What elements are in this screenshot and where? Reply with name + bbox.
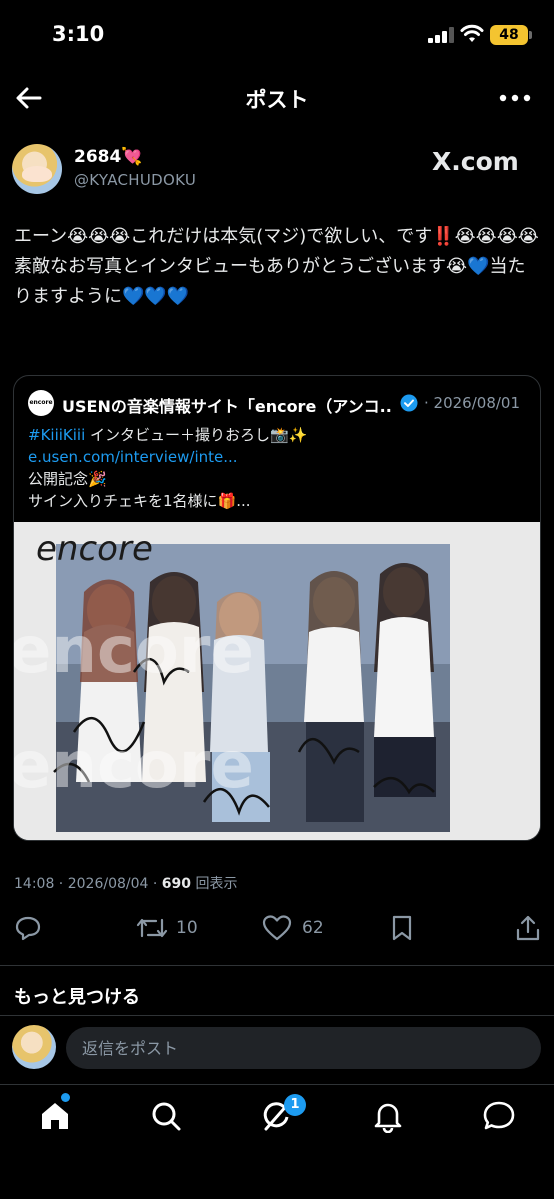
search-icon[interactable] [149,1099,183,1133]
retweet-count: 10 [176,918,198,938]
reply-button[interactable] [14,914,44,942]
quoted-account-name: USENの音楽情報サイト「encore（アンコ... [62,397,392,416]
bell-icon[interactable] [371,1099,405,1133]
bookmark-icon [392,915,412,941]
reply-input[interactable] [66,1027,541,1069]
post-date: 2026/08/04 [67,876,149,892]
quoted-line-1: インタビュー＋撮りおろし📸✨ [85,426,308,444]
photo-watermark-1: encore [14,614,254,688]
like-count: 62 [302,918,324,938]
signal-icon [428,27,454,43]
battery-indicator: 48 [490,25,532,45]
discover-more-heading: もっと見つける [14,987,140,1008]
url-link[interactable]: e.usen.com/interview/inte... [28,448,238,466]
home-unread-dot [61,1093,70,1102]
post-meta: 14:08 · 2026/08/04 · 690 回表示 [14,876,238,892]
post-screen: 3:10 48 ポスト 2684💘 @KYACHUDOKU X.com エーン😭… [0,0,554,1199]
author-name[interactable]: 2684💘 [74,147,142,167]
reply-avatar [12,1025,56,1069]
quoted-line-3: 公開記念🎉 [28,470,107,488]
tweet-text: エーン😭😭😭これだけは本気(マジ)で欲しい、です‼️😭😭😭😭 素敵なお写真とイン… [14,226,539,307]
wifi-icon [460,24,484,42]
quoted-date-value: 2026/08/01 [433,394,521,412]
like-button[interactable]: 62 [262,914,342,942]
post-actions: 10 62 [0,908,554,948]
like-icon [262,915,292,941]
author-avatar[interactable] [12,144,62,194]
status-bar: 3:10 48 [0,0,554,70]
share-icon [516,915,540,941]
page-title: ポスト [245,88,309,112]
grok-badge: 1 [284,1094,306,1116]
view-count: 690 [161,876,192,892]
quoted-account-avatar: encore [28,390,54,416]
quoted-post[interactable]: encore USENの音楽情報サイト「encore（アンコ... · 2026… [13,375,541,841]
status-time: 3:10 [52,22,105,46]
signed-cheki-photo: encore encore encore [14,522,540,840]
divider [0,965,554,966]
views-label: 回表示 [195,876,238,892]
quoted-post-date: · 2026/08/01 [424,394,521,412]
photo-encore-handwriting: encore [36,529,153,569]
author-handle[interactable]: @KYACHUDOKU [74,171,196,189]
photo-watermark-2: encore [14,729,254,803]
retweet-button[interactable]: 10 [136,914,216,942]
quoted-post-header: encore USENの音楽情報サイト「encore（アンコ... · 2026… [28,390,528,416]
bookmark-button[interactable] [390,914,416,942]
more-icon[interactable] [498,88,532,108]
verified-icon [400,394,418,412]
bottom-tab-bar [0,1084,554,1154]
quoted-line-4: サイン入りチェキを1名様に🎁... [28,492,251,510]
hashtag-link[interactable]: #KiiiKiii [28,426,85,444]
share-button[interactable] [514,914,542,942]
quoted-photo[interactable]: encore encore encore [14,522,540,840]
home-icon[interactable] [38,1099,72,1133]
reply-icon [15,916,41,941]
divider [0,1015,554,1016]
quoted-post-text: #KiiiKiii インタビュー＋撮りおろし📸✨ e.usen.com/inte… [28,424,528,512]
messages-icon[interactable] [482,1099,516,1133]
author-row: 2684💘 @KYACHUDOKU X.com [12,144,542,200]
post-time: 14:08 [14,876,55,892]
retweet-icon [136,918,168,938]
top-nav: ポスト [0,72,554,124]
xcom-watermark: X.com [432,147,519,176]
